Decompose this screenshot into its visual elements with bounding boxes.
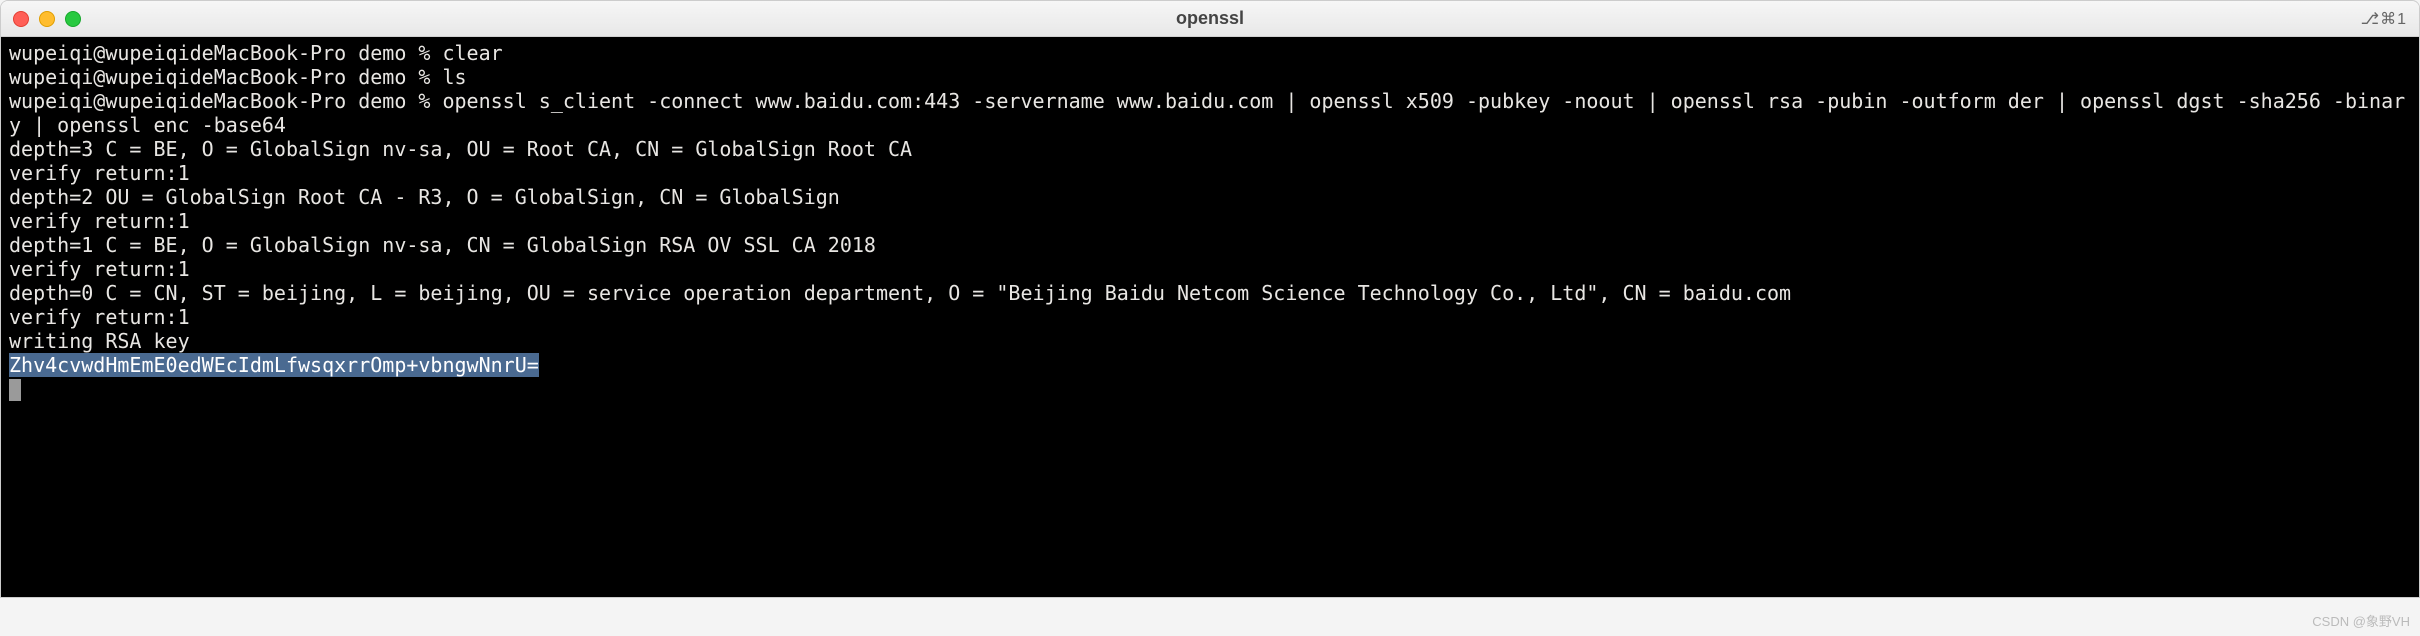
terminal-line: wupeiqi@wupeiqideMacBook-Pro demo % clea…: [9, 41, 2411, 65]
terminal-line: depth=0 C = CN, ST = beijing, L = beijin…: [9, 281, 2411, 305]
terminal-line: wupeiqi@wupeiqideMacBook-Pro demo % ls: [9, 65, 2411, 89]
traffic-lights: [13, 11, 81, 27]
terminal-line: verify return:1: [9, 305, 2411, 329]
terminal-content[interactable]: wupeiqi@wupeiqideMacBook-Pro demo % clea…: [1, 37, 2419, 597]
terminal-line: verify return:1: [9, 161, 2411, 185]
terminal-line: Zhv4cvwdHmEmE0edWEcIdmLfwsqxrrOmp+vbngwN…: [9, 353, 2411, 377]
close-icon[interactable]: [13, 11, 29, 27]
terminal-line: depth=1 C = BE, O = GlobalSign nv-sa, CN…: [9, 233, 2411, 257]
terminal-window: openssl ⎇⌘1 wupeiqi@wupeiqideMacBook-Pro…: [0, 0, 2420, 598]
window-title: openssl: [1176, 8, 1244, 29]
terminal-line: depth=3 C = BE, O = GlobalSign nv-sa, OU…: [9, 137, 2411, 161]
watermark: CSDN @象野VH: [2312, 611, 2410, 630]
terminal-line: writing RSA key: [9, 329, 2411, 353]
terminal-line: wupeiqi@wupeiqideMacBook-Pro demo % open…: [9, 89, 2411, 137]
terminal-line: verify return:1: [9, 209, 2411, 233]
cursor-icon: [9, 379, 21, 401]
maximize-icon[interactable]: [65, 11, 81, 27]
minimize-icon[interactable]: [39, 11, 55, 27]
terminal-line: depth=2 OU = GlobalSign Root CA - R3, O …: [9, 185, 2411, 209]
cursor-line: [9, 377, 2411, 401]
selected-text[interactable]: Zhv4cvwdHmEmE0edWEcIdmLfwsqxrrOmp+vbngwN…: [9, 353, 539, 377]
terminal-line: verify return:1: [9, 257, 2411, 281]
tab-indicator: ⎇⌘1: [2361, 9, 2407, 29]
titlebar[interactable]: openssl ⎇⌘1: [1, 1, 2419, 37]
